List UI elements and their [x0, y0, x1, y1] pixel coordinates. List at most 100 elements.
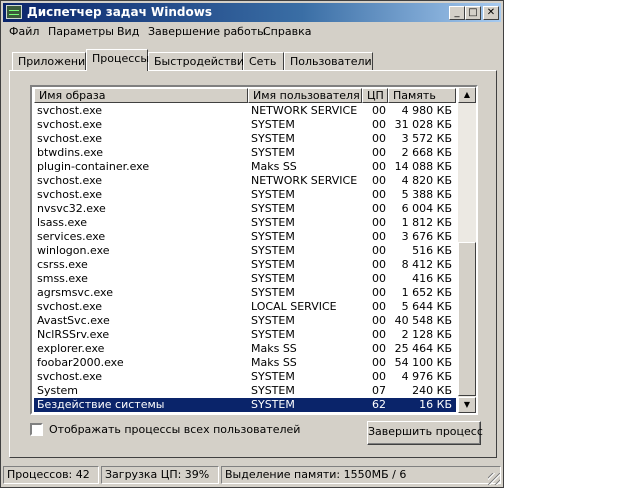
- menu-shutdown[interactable]: Завершение работы: [148, 25, 266, 38]
- cell-image-name: explorer.exe: [37, 342, 105, 355]
- cell-cpu: 00: [372, 216, 386, 229]
- cell-image-name: agrsmsvc.exe: [37, 286, 113, 299]
- cell-image-name: svchost.exe: [37, 300, 103, 313]
- table-row[interactable]: svchost.exe NETWORK SERVICE 00 4 820 КБ: [34, 174, 456, 188]
- tab-performance[interactable]: Быстродействие: [148, 52, 251, 70]
- table-row[interactable]: smss.exe SYSTEM 00 416 КБ: [34, 272, 456, 286]
- status-commit-charge: Выделение памяти: 1550МБ / 6: [221, 466, 501, 484]
- table-row[interactable]: AvastSvc.exe SYSTEM 00 40 548 КБ: [34, 314, 456, 328]
- tab-network[interactable]: Сеть: [243, 52, 284, 70]
- cell-memory: 6 004 КБ: [401, 202, 452, 215]
- cell-memory: 16 КБ: [419, 398, 452, 411]
- cell-user-name: SYSTEM: [251, 328, 295, 341]
- cell-cpu: 00: [372, 160, 386, 173]
- cell-user-name: SYSTEM: [251, 258, 295, 271]
- cell-memory: 14 088 КБ: [394, 160, 452, 173]
- menu-help[interactable]: Справка: [263, 25, 311, 38]
- cell-cpu: 00: [372, 328, 386, 341]
- table-row[interactable]: svchost.exe SYSTEM 00 31 028 КБ: [34, 118, 456, 132]
- vertical-scrollbar[interactable]: ▲ ▼: [458, 87, 476, 413]
- task-manager-window: Диспетчер задач Windows _ □ ✕ Файл Парам…: [0, 0, 504, 488]
- cell-memory: 4 820 КБ: [401, 174, 452, 187]
- table-row[interactable]: winlogon.exe SYSTEM 00 516 КБ: [34, 244, 456, 258]
- column-cpu[interactable]: ЦП: [362, 88, 388, 103]
- cell-image-name: nvsvc32.exe: [37, 202, 106, 215]
- cell-memory: 25 464 КБ: [394, 342, 452, 355]
- cell-user-name: SYSTEM: [251, 202, 295, 215]
- cell-memory: 54 100 КБ: [394, 356, 452, 369]
- table-row[interactable]: agrsmsvc.exe SYSTEM 00 1 652 КБ: [34, 286, 456, 300]
- table-row[interactable]: foobar2000.exe Maks SS 00 54 100 КБ: [34, 356, 456, 370]
- status-bar: Процессов: 42 Загрузка ЦП: 39% Выделение…: [3, 466, 501, 486]
- cell-cpu: 00: [372, 286, 386, 299]
- table-row[interactable]: svchost.exe SYSTEM 00 4 976 КБ: [34, 370, 456, 384]
- table-header: Имя образа Имя пользователя ЦП Память: [34, 88, 456, 103]
- tab-processes[interactable]: Процессы: [86, 49, 149, 71]
- cell-cpu: 00: [372, 244, 386, 257]
- close-button[interactable]: ✕: [483, 6, 499, 20]
- table-row[interactable]: System SYSTEM 07 240 КБ: [34, 384, 456, 398]
- table-row[interactable]: csrss.exe SYSTEM 00 8 412 КБ: [34, 258, 456, 272]
- cell-memory: 40 548 КБ: [394, 314, 452, 327]
- table-row[interactable]: svchost.exe NETWORK SERVICE 00 4 980 КБ: [34, 104, 456, 118]
- maximize-button[interactable]: □: [465, 6, 481, 20]
- tab-applications[interactable]: Приложения: [12, 52, 92, 70]
- cell-user-name: SYSTEM: [251, 188, 295, 201]
- menu-bar: Файл Параметры Вид Завершение работы Спр…: [3, 23, 501, 41]
- cell-memory: 3 676 КБ: [401, 230, 452, 243]
- show-all-users-checkbox[interactable]: [30, 423, 43, 436]
- menu-view[interactable]: Вид: [117, 25, 139, 38]
- cell-image-name: plugin-container.exe: [37, 160, 150, 173]
- table-row[interactable]: svchost.exe SYSTEM 00 5 388 КБ: [34, 188, 456, 202]
- cell-memory: 5 388 КБ: [401, 188, 452, 201]
- scroll-up-button[interactable]: ▲: [458, 87, 476, 103]
- scroll-thumb[interactable]: [458, 242, 476, 396]
- table-row[interactable]: services.exe SYSTEM 00 3 676 КБ: [34, 230, 456, 244]
- cell-memory: 2 128 КБ: [401, 328, 452, 341]
- cell-image-name: NclRSSrv.exe: [37, 328, 110, 341]
- table-row[interactable]: explorer.exe Maks SS 00 25 464 КБ: [34, 342, 456, 356]
- cell-cpu: 00: [372, 118, 386, 131]
- resize-grip[interactable]: [488, 473, 500, 485]
- cell-memory: 4 980 КБ: [401, 104, 452, 117]
- table-body: svchost.exe NETWORK SERVICE 00 4 980 КБ svch…: [34, 104, 456, 412]
- menu-options[interactable]: Параметры: [48, 25, 114, 38]
- cell-image-name: svchost.exe: [37, 132, 103, 145]
- end-process-button[interactable]: Завершить процесс: [367, 421, 483, 445]
- cell-memory: 3 572 КБ: [401, 132, 452, 145]
- cell-user-name: Maks SS: [251, 160, 297, 173]
- cell-image-name: lsass.exe: [37, 216, 87, 229]
- cell-memory: 31 028 КБ: [394, 118, 452, 131]
- cell-memory: 4 976 КБ: [401, 370, 452, 383]
- cell-cpu: 00: [372, 356, 386, 369]
- table-row[interactable]: Бездействие системы SYSTEM 62 16 КБ: [34, 398, 456, 412]
- cell-image-name: svchost.exe: [37, 104, 103, 117]
- cell-image-name: btwdins.exe: [37, 146, 104, 159]
- table-row[interactable]: nvsvc32.exe SYSTEM 00 6 004 КБ: [34, 202, 456, 216]
- column-user-name[interactable]: Имя пользователя: [248, 88, 362, 103]
- cell-user-name: SYSTEM: [251, 370, 295, 383]
- cell-image-name: svchost.exe: [37, 174, 103, 187]
- table-row[interactable]: svchost.exe LOCAL SERVICE 00 5 644 КБ: [34, 300, 456, 314]
- cell-user-name: NETWORK SERVICE: [251, 104, 358, 117]
- cell-image-name: svchost.exe: [37, 118, 103, 131]
- task-manager-icon: [6, 5, 22, 19]
- cell-image-name: smss.exe: [37, 272, 88, 285]
- table-row[interactable]: plugin-container.exe Maks SS 00 14 088 КБ: [34, 160, 456, 174]
- process-list[interactable]: Имя образа Имя пользователя ЦП Память sv…: [30, 85, 478, 415]
- column-image-name[interactable]: Имя образа: [34, 88, 248, 103]
- table-row[interactable]: svchost.exe SYSTEM 00 3 572 КБ: [34, 132, 456, 146]
- cell-memory: 1 812 КБ: [401, 216, 452, 229]
- table-row[interactable]: btwdins.exe SYSTEM 00 2 668 КБ: [34, 146, 456, 160]
- tab-users[interactable]: Пользователи: [284, 52, 373, 70]
- cell-cpu: 00: [372, 314, 386, 327]
- table-row[interactable]: NclRSSrv.exe SYSTEM 00 2 128 КБ: [34, 328, 456, 342]
- menu-file[interactable]: Файл: [9, 25, 39, 38]
- minimize-button[interactable]: _: [449, 6, 465, 20]
- scroll-down-button[interactable]: ▼: [458, 397, 476, 413]
- title-bar[interactable]: Диспетчер задач Windows _ □ ✕: [3, 3, 501, 22]
- table-row[interactable]: lsass.exe SYSTEM 00 1 812 КБ: [34, 216, 456, 230]
- cell-user-name: NETWORK SERVICE: [251, 174, 358, 187]
- column-memory[interactable]: Память: [388, 88, 456, 103]
- show-all-users-label: Отображать процессы всех пользователей: [49, 423, 301, 436]
